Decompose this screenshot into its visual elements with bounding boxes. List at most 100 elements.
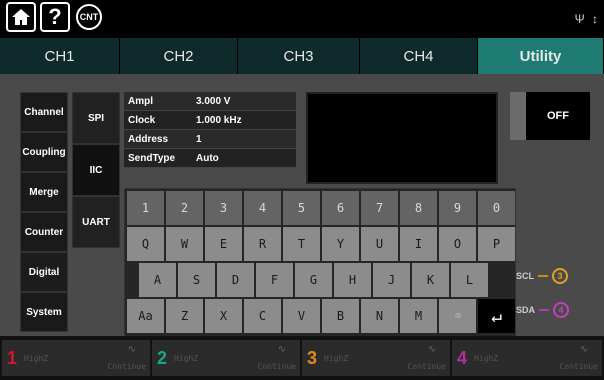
channel-impedance: HighZ bbox=[324, 354, 349, 363]
key[interactable]: C bbox=[244, 299, 281, 333]
tab-ch4[interactable]: CH4 bbox=[360, 38, 478, 74]
key[interactable]: X bbox=[205, 299, 242, 333]
key[interactable]: 3 bbox=[205, 191, 242, 225]
preview-screen bbox=[306, 92, 498, 184]
menu-system[interactable]: System bbox=[20, 292, 68, 332]
key[interactable]: 6 bbox=[322, 191, 359, 225]
menu-merge[interactable]: Merge bbox=[20, 172, 68, 212]
key[interactable]: L bbox=[451, 263, 488, 297]
channel-3-status[interactable]: 3 HighZ ∿ Continue bbox=[302, 340, 450, 376]
channel-mode: Continue bbox=[107, 362, 146, 371]
key[interactable]: V bbox=[283, 299, 320, 333]
output-toggle-container: OFF bbox=[510, 92, 590, 140]
menu-channel[interactable]: Channel bbox=[20, 92, 68, 132]
key[interactable]: E bbox=[205, 227, 242, 261]
key[interactable]: T bbox=[283, 227, 320, 261]
help-label: ? bbox=[48, 4, 62, 29]
param-label: Address bbox=[128, 133, 169, 145]
key[interactable]: 8 bbox=[400, 191, 437, 225]
backspace-key[interactable]: ⌫ bbox=[439, 299, 476, 333]
tab-ch2[interactable]: CH2 bbox=[120, 38, 238, 74]
channel-impedance: HighZ bbox=[24, 354, 49, 363]
key[interactable]: W bbox=[166, 227, 203, 261]
channel-1-status[interactable]: 1 HighZ ∿ Continue bbox=[2, 340, 150, 376]
param-label: Ampl bbox=[128, 95, 153, 107]
key[interactable]: 9 bbox=[439, 191, 476, 225]
submenu-uart[interactable]: UART bbox=[72, 196, 120, 248]
sda-pin-indicator: SDA 4 bbox=[516, 302, 570, 318]
help-button[interactable]: ? bbox=[40, 2, 70, 32]
key[interactable]: S bbox=[178, 263, 215, 297]
home-button[interactable] bbox=[6, 2, 36, 32]
param-value: Auto bbox=[196, 152, 219, 164]
key[interactable]: Y bbox=[322, 227, 359, 261]
param-row-clock[interactable]: Clock 1.000 kHz bbox=[124, 111, 296, 130]
key[interactable]: M bbox=[400, 299, 437, 333]
home-icon bbox=[12, 9, 30, 25]
key[interactable]: O bbox=[439, 227, 476, 261]
key[interactable]: B bbox=[322, 299, 359, 333]
key[interactable]: P bbox=[478, 227, 515, 261]
wave-icon: ∿ bbox=[127, 344, 136, 355]
scl-pin-indicator: SCL 3 bbox=[516, 268, 568, 284]
key[interactable]: N bbox=[361, 299, 398, 333]
menu-coupling[interactable]: Coupling bbox=[20, 132, 68, 172]
output-toggle-button[interactable]: OFF bbox=[526, 92, 590, 140]
enter-icon: ↵ bbox=[491, 305, 502, 327]
param-value: 1 bbox=[196, 133, 202, 145]
submenu-iic[interactable]: IIC bbox=[72, 144, 120, 196]
wave-icon: ∿ bbox=[427, 344, 436, 355]
key[interactable]: H bbox=[334, 263, 371, 297]
channel-2-status[interactable]: 2 HighZ ∿ Continue bbox=[152, 340, 300, 376]
param-value: 3.000 V bbox=[196, 95, 231, 107]
key[interactable]: Z bbox=[166, 299, 203, 333]
tab-utility[interactable]: Utility bbox=[478, 38, 604, 74]
status-bar: ? CNT Ψ ↕ bbox=[0, 0, 604, 38]
channel-tabs: CH1 CH2 CH3 CH4 Utility bbox=[0, 38, 604, 74]
submenu-spi[interactable]: SPI bbox=[72, 92, 120, 144]
key[interactable]: D bbox=[217, 263, 254, 297]
param-value: 1.000 kHz bbox=[196, 114, 242, 126]
key[interactable]: 4 bbox=[244, 191, 281, 225]
channel-number: 1 bbox=[6, 347, 17, 368]
key[interactable]: 2 bbox=[166, 191, 203, 225]
key[interactable]: I bbox=[400, 227, 437, 261]
on-screen-keyboard: 1 2 3 4 5 6 7 8 9 0 Q W E R T Y U I O P … bbox=[124, 188, 516, 338]
key[interactable]: 7 bbox=[361, 191, 398, 225]
key[interactable]: G bbox=[295, 263, 332, 297]
wave-icon: ∿ bbox=[277, 344, 286, 355]
param-row-address[interactable]: Address 1 bbox=[124, 130, 296, 149]
key[interactable]: K bbox=[412, 263, 449, 297]
wave-icon: ∿ bbox=[579, 344, 588, 355]
sda-label: SDA bbox=[516, 305, 536, 315]
channel-number: 3 bbox=[306, 347, 317, 368]
key[interactable]: 1 bbox=[127, 191, 164, 225]
counter-button[interactable]: CNT bbox=[76, 4, 102, 30]
key[interactable]: Q bbox=[127, 227, 164, 261]
menu-counter[interactable]: Counter bbox=[20, 212, 68, 252]
utility-panel: Channel Coupling Merge Counter Digital S… bbox=[0, 74, 604, 338]
key[interactable]: J bbox=[373, 263, 410, 297]
channel-number: 4 bbox=[456, 347, 467, 368]
channel-4-status[interactable]: 4 HighZ ∿ Continue bbox=[452, 340, 602, 376]
menu-digital[interactable]: Digital bbox=[20, 252, 68, 292]
param-label: Clock bbox=[128, 114, 156, 126]
channel-status-bar: 1 HighZ ∿ Continue 2 HighZ ∿ Continue 3 … bbox=[0, 336, 604, 380]
key[interactable]: R bbox=[244, 227, 281, 261]
channel-mode: Continue bbox=[559, 362, 598, 371]
key[interactable]: 5 bbox=[283, 191, 320, 225]
shift-key[interactable]: Aa bbox=[127, 299, 164, 333]
channel-mode: Continue bbox=[257, 362, 296, 371]
param-row-sendtype[interactable]: SendType Auto bbox=[124, 149, 296, 168]
usb-icon: Ψ ↕ bbox=[574, 12, 600, 26]
tab-ch3[interactable]: CH3 bbox=[238, 38, 360, 74]
key[interactable]: A bbox=[139, 263, 176, 297]
key[interactable]: F bbox=[256, 263, 293, 297]
tab-ch1[interactable]: CH1 bbox=[0, 38, 120, 74]
scl-channel-badge: 3 bbox=[552, 268, 568, 284]
enter-key[interactable]: ↵ bbox=[478, 299, 515, 333]
param-row-ampl[interactable]: Ampl 3.000 V bbox=[124, 92, 296, 111]
counter-label: CNT bbox=[79, 12, 99, 22]
key[interactable]: 0 bbox=[478, 191, 515, 225]
key[interactable]: U bbox=[361, 227, 398, 261]
